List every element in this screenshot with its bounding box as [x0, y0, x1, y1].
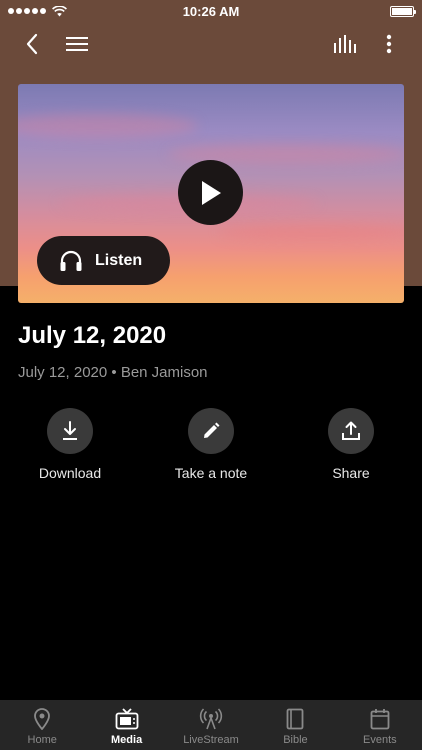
- play-button[interactable]: [178, 160, 243, 225]
- tab-events[interactable]: Events: [338, 700, 422, 750]
- listen-button[interactable]: Listen: [37, 236, 170, 285]
- status-bar: 10:26 AM: [0, 0, 422, 22]
- media-subtitle: July 12, 2020 • Ben Jamison: [18, 364, 208, 381]
- download-label: Download: [38, 465, 102, 481]
- battery-icon: [390, 5, 416, 17]
- equalizer-icon: [334, 35, 356, 53]
- share-label: Share: [332, 465, 370, 481]
- wifi-icon: [52, 5, 67, 16]
- take-note-label: Take a note: [174, 465, 248, 481]
- chevron-left-icon: [26, 33, 38, 55]
- download-icon: [47, 408, 93, 454]
- tv-icon: [115, 708, 139, 730]
- download-button[interactable]: Download: [10, 408, 130, 481]
- tab-media[interactable]: Media: [84, 700, 168, 750]
- tab-livestream-label: LiveStream: [183, 734, 239, 746]
- media-thumbnail[interactable]: Listen: [18, 84, 404, 303]
- tab-home[interactable]: Home: [0, 700, 84, 750]
- headphones-icon: [60, 250, 82, 271]
- play-icon: [201, 180, 221, 205]
- calendar-icon: [370, 709, 390, 730]
- listen-label: Listen: [95, 251, 143, 269]
- book-icon: [287, 708, 304, 730]
- more-vertical-icon: [386, 34, 392, 54]
- map-pin-icon: [34, 708, 51, 730]
- tab-livestream[interactable]: LiveStream: [169, 700, 253, 750]
- share-icon: [328, 408, 374, 454]
- equalizer-button[interactable]: [329, 28, 361, 60]
- tab-home-label: Home: [27, 734, 57, 746]
- tab-bible-label: Bible: [283, 734, 308, 746]
- back-button[interactable]: [16, 28, 48, 60]
- top-nav: [0, 22, 422, 66]
- take-note-button[interactable]: Take a note: [151, 408, 271, 481]
- broadcast-icon: [199, 708, 223, 730]
- menu-button[interactable]: [61, 28, 93, 60]
- hamburger-menu-icon: [66, 37, 88, 51]
- share-button[interactable]: Share: [291, 408, 411, 481]
- signal-strength-icon: [8, 8, 46, 14]
- tab-media-label: Media: [111, 734, 143, 746]
- more-options-button[interactable]: [373, 28, 405, 60]
- pencil-icon: [188, 408, 234, 454]
- tab-bible[interactable]: Bible: [253, 700, 337, 750]
- tab-bar: Home Media LiveStream Bible Events: [0, 700, 422, 750]
- tab-events-label: Events: [363, 734, 397, 746]
- media-title: July 12, 2020: [18, 322, 167, 349]
